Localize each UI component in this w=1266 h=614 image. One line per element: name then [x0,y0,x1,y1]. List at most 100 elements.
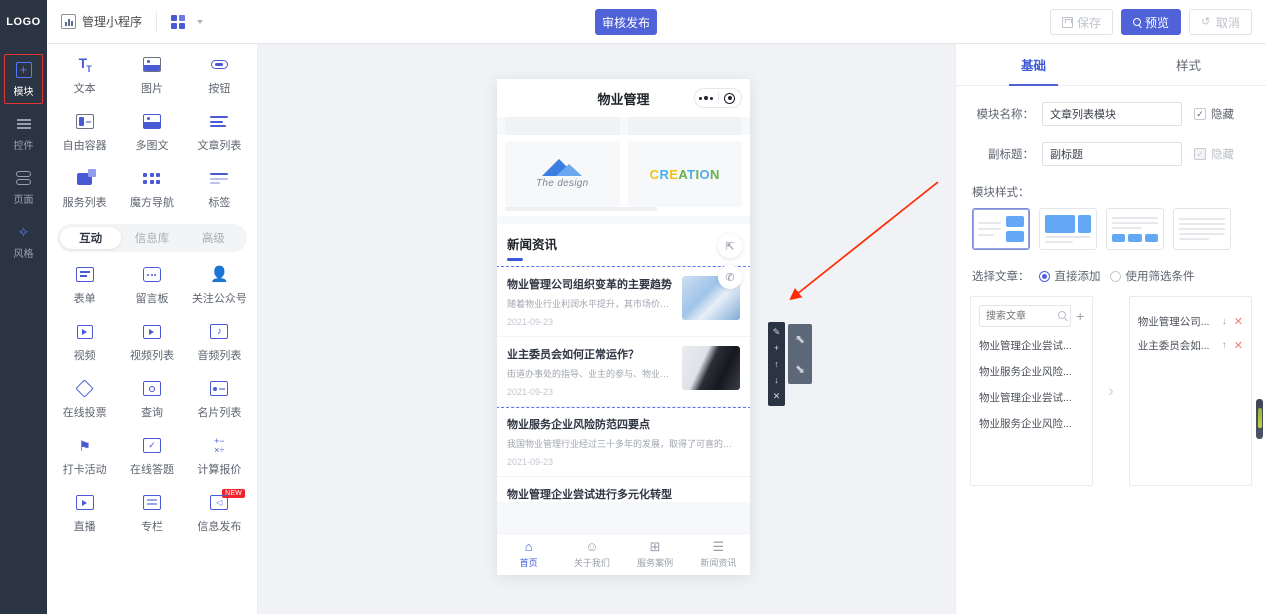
component-button[interactable]: 按钮 [186,47,253,104]
radio-use-filter[interactable]: 使用筛选条件 [1109,268,1195,284]
gallery-row[interactable]: The design CREATION [497,135,750,207]
component-follow-account[interactable]: 👤 关注公众号 [186,257,253,314]
module-name-input[interactable] [1042,102,1182,126]
list-item[interactable]: 物业服务企业风险防范四要点 我国物业管理行业经过三十多年的发展，取得了可喜的成绩… [497,407,750,477]
arrow-down-right-icon[interactable]: ⬊ [795,362,805,376]
delete-icon[interactable]: ✕ [768,388,785,404]
cancel-button[interactable]: ↺ 取消 [1188,9,1252,35]
preview-button[interactable]: 预览 [1120,9,1181,35]
component-image[interactable]: 图片 [118,47,185,104]
radio-direct-add[interactable]: 直接添加 [1038,268,1101,284]
component-checkin-activity[interactable]: ⚑ 打卡活动 [51,428,118,485]
style-option-three-column[interactable] [1106,208,1164,250]
list-item[interactable]: 物业管理企业尝试... [979,338,1084,353]
list-item[interactable]: 业主委员会如何正常运作？ 街道办事处的指导、业主的参与、物业服务... 2021… [497,337,750,407]
article-title: 业主委员会如何正常运作？ [507,348,639,361]
component-card-list[interactable]: 名片列表 [186,371,253,428]
remove-icon[interactable]: ✕ [1234,339,1243,352]
apps-switcher[interactable] [157,0,217,44]
tab-basic[interactable]: 基础 [956,44,1111,86]
save-button[interactable]: 保存 [1049,9,1113,35]
article-list-module-secondary[interactable]: 物业服务企业风险防范四要点 我国物业管理行业经过三十多年的发展，取得了可喜的成绩… [497,406,750,502]
tab-news[interactable]: ☰ 新闻资讯 [687,540,750,569]
follow-account-icon: 👤 [209,266,229,283]
style-option-big-image-split[interactable] [1039,208,1097,250]
component-article-list[interactable]: 文章列表 [186,104,253,161]
article-title: 物业管理企业尝试进行多元化转型 [507,488,672,501]
component-online-quiz[interactable]: ✓ 在线答题 [118,428,185,485]
page-stack-icon [15,169,33,187]
move-up-icon[interactable]: ↑ [1222,340,1227,351]
list-item[interactable]: 物业服务企业风险... [979,364,1084,379]
tab-infobase[interactable]: 信息库 [121,227,182,249]
component-article-list-label: 文章列表 [197,139,242,152]
component-multi-image-text[interactable]: 多图文 [118,104,185,161]
component-audio-list[interactable]: ♪ 音频列表 [186,314,253,371]
component-video-list[interactable]: 视频列表 [118,314,185,371]
add-article-button[interactable]: + [1076,309,1084,323]
component-cube-nav[interactable]: 魔方导航 [118,161,185,218]
component-query[interactable]: 查询 [118,371,185,428]
publish-button[interactable]: 审核发布 [595,9,657,35]
edit-pencil-icon[interactable]: ✎ [768,324,785,340]
table-row[interactable]: 物业管理公司... ↓ ✕ [1138,314,1243,329]
move-down-icon[interactable]: ↓ [768,372,785,388]
tab-interactive[interactable]: 互动 [60,227,122,249]
editor-canvas[interactable]: 物业管理 The design CREATION 新闻资讯 物业管理公司组织变革… [258,44,955,614]
module-name-hide-checkbox[interactable]: ✓ 隐藏 [1194,106,1234,122]
move-up-icon[interactable]: ↑ [768,356,785,372]
video-icon [75,323,95,341]
list-item[interactable]: 物业管理公司组织变革的主要趋势 随着物业行业利润水平提升，其市场价值逐... 2… [497,267,750,337]
component-info-publish[interactable]: NEW ◁ 信息发布 [186,485,253,542]
component-text[interactable]: TT 文本 [51,47,118,104]
component-checkin-activity-label: 打卡活动 [62,463,107,476]
article-title: 物业管理公司组织变革的主要趋势 [507,278,672,291]
component-message-board[interactable]: 留言板 [118,257,185,314]
form-icon [75,266,95,284]
style-option-list-right-thumb[interactable] [972,208,1030,250]
app-name-item[interactable]: 管理小程序 [47,0,156,44]
tab-advanced[interactable]: 高级 [183,227,244,249]
component-live-stream[interactable]: 直播 [51,485,118,542]
component-tag[interactable]: 标签 [186,161,253,218]
component-form[interactable]: 表单 [51,257,118,314]
article-thumbnail [682,345,740,390]
subtitle-input[interactable] [1042,142,1182,166]
move-down-icon[interactable]: ↓ [1222,316,1227,327]
article-list-module[interactable]: 物业管理公司组织变革的主要趋势 随着物业行业利润水平提升，其市场价值逐... 2… [497,265,750,408]
list-item[interactable]: 物业管理企业尝试进行多元化转型 [497,477,750,502]
tab-about[interactable]: ☺ 关于我们 [560,540,623,569]
remove-icon[interactable]: ✕ [1234,315,1243,328]
tab-cases[interactable]: ⊞ 服务案例 [624,540,687,569]
component-calculate-quote[interactable]: +− ×÷ 计算报价 [186,428,253,485]
subtitle-hide-label: 隐藏 [1211,149,1234,161]
style-option-text-only[interactable] [1173,208,1231,250]
phone-fab[interactable]: ✆ [718,265,742,289]
sidebar-item-page[interactable]: 页面 [0,160,47,214]
list-item[interactable]: 物业服务企业风险... [979,416,1084,431]
radio-direct-add-label: 直接添加 [1054,271,1101,283]
component-column[interactable]: 专栏 [118,485,185,542]
tab-style[interactable]: 样式 [1111,44,1266,85]
add-plus-icon[interactable]: + [768,340,785,356]
arrow-up-left-icon[interactable]: ⬉ [795,332,805,346]
component-video[interactable]: 视频 [51,314,118,371]
component-online-vote[interactable]: 在线投票 [51,371,118,428]
tab-home[interactable]: ⌂ 首页 [497,540,560,569]
sidebar-item-control[interactable]: 控件 [0,106,47,160]
sidebar-item-module[interactable]: + 模块 [0,52,47,106]
table-row[interactable]: 业主委员会如... ↑ ✕ [1138,338,1243,353]
online-quiz-icon: ✓ [142,437,162,455]
component-service-list[interactable]: 服务列表 [51,161,118,218]
panel-scrollbar[interactable] [1256,399,1263,439]
list-item[interactable]: 物业管理企业尝试... [979,390,1084,405]
sidebar-item-style[interactable]: ✧ 风格 [0,214,47,268]
share-fab[interactable]: ⇱ [718,234,742,258]
component-multi-image-text-label: 多图文 [135,139,169,152]
gallery-cell-creation[interactable]: CREATION [627,141,742,207]
transfer-right-icon[interactable]: › [1093,296,1128,486]
subtitle-hide-checkbox[interactable]: ✓ 隐藏 [1194,146,1234,162]
component-container[interactable]: 自由容器 [51,104,118,161]
gallery-cell-design[interactable]: The design [505,141,620,207]
wechat-capsule[interactable] [694,88,742,108]
